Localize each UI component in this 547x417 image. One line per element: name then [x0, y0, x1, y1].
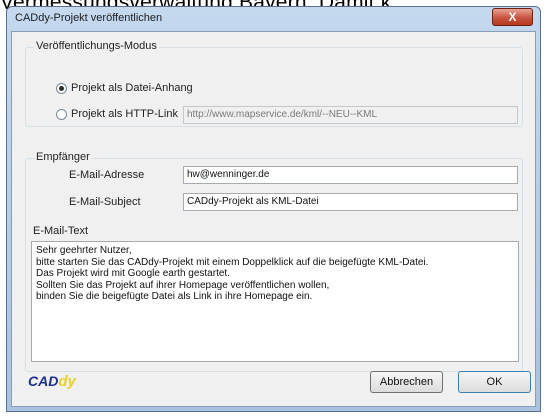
window-title: CADdy-Projekt veröffentlichen [15, 12, 163, 24]
ok-button[interactable]: OK [458, 371, 531, 393]
email-subject-label: E-Mail-Subject [69, 196, 141, 208]
email-text-area[interactable]: Sehr geehrter Nutzer, bitte starten Sie … [31, 241, 519, 362]
email-text-label: E-Mail-Text [33, 225, 89, 237]
recipient-group-label: Empfänger [34, 151, 92, 163]
caddy-logo: CADdy [28, 373, 76, 390]
email-subject-input[interactable]: CADdy-Projekt als KML-Datei [183, 193, 518, 211]
email-text-line: Sollten Sie das Projekt auf ihrer Homepa… [36, 279, 330, 291]
email-text-line: Sehr geehrter Nutzer, [36, 245, 132, 256]
email-text-line: bitte starten Sie das CADdy-Projekt mit … [36, 256, 429, 268]
http-link-radio[interactable] [56, 109, 67, 120]
dialog-window: CADdy-Projekt veröffentlichen X Veröffen… [6, 6, 541, 412]
dialog-client-area: Veröffentlichungs-Modus Projekt als Date… [11, 31, 536, 407]
close-icon: X [508, 10, 517, 24]
email-address-label: E-Mail-Adresse [69, 169, 145, 181]
close-button[interactable]: X [492, 8, 533, 26]
cancel-button[interactable]: Abbrechen [370, 371, 443, 393]
attachment-radio-label[interactable]: Projekt als Datei-Anhang [71, 82, 193, 94]
email-text-line: binden Sie die beigefügte Datei als Link… [36, 291, 313, 302]
title-bar[interactable]: CADdy-Projekt veröffentlichen X [7, 7, 540, 31]
http-link-url-field[interactable]: http://www.mapservice.de/kml/--NEU--KML [183, 106, 518, 124]
email-address-input[interactable]: hw@wenninger.de [183, 166, 518, 184]
email-text-line: Das Projekt wird mit Google earth gestar… [36, 268, 230, 279]
attachment-radio[interactable] [56, 83, 67, 94]
http-link-radio-label[interactable]: Projekt als HTTP-Link [71, 108, 178, 120]
mode-group-label: Veröffentlichungs-Modus [34, 40, 159, 52]
